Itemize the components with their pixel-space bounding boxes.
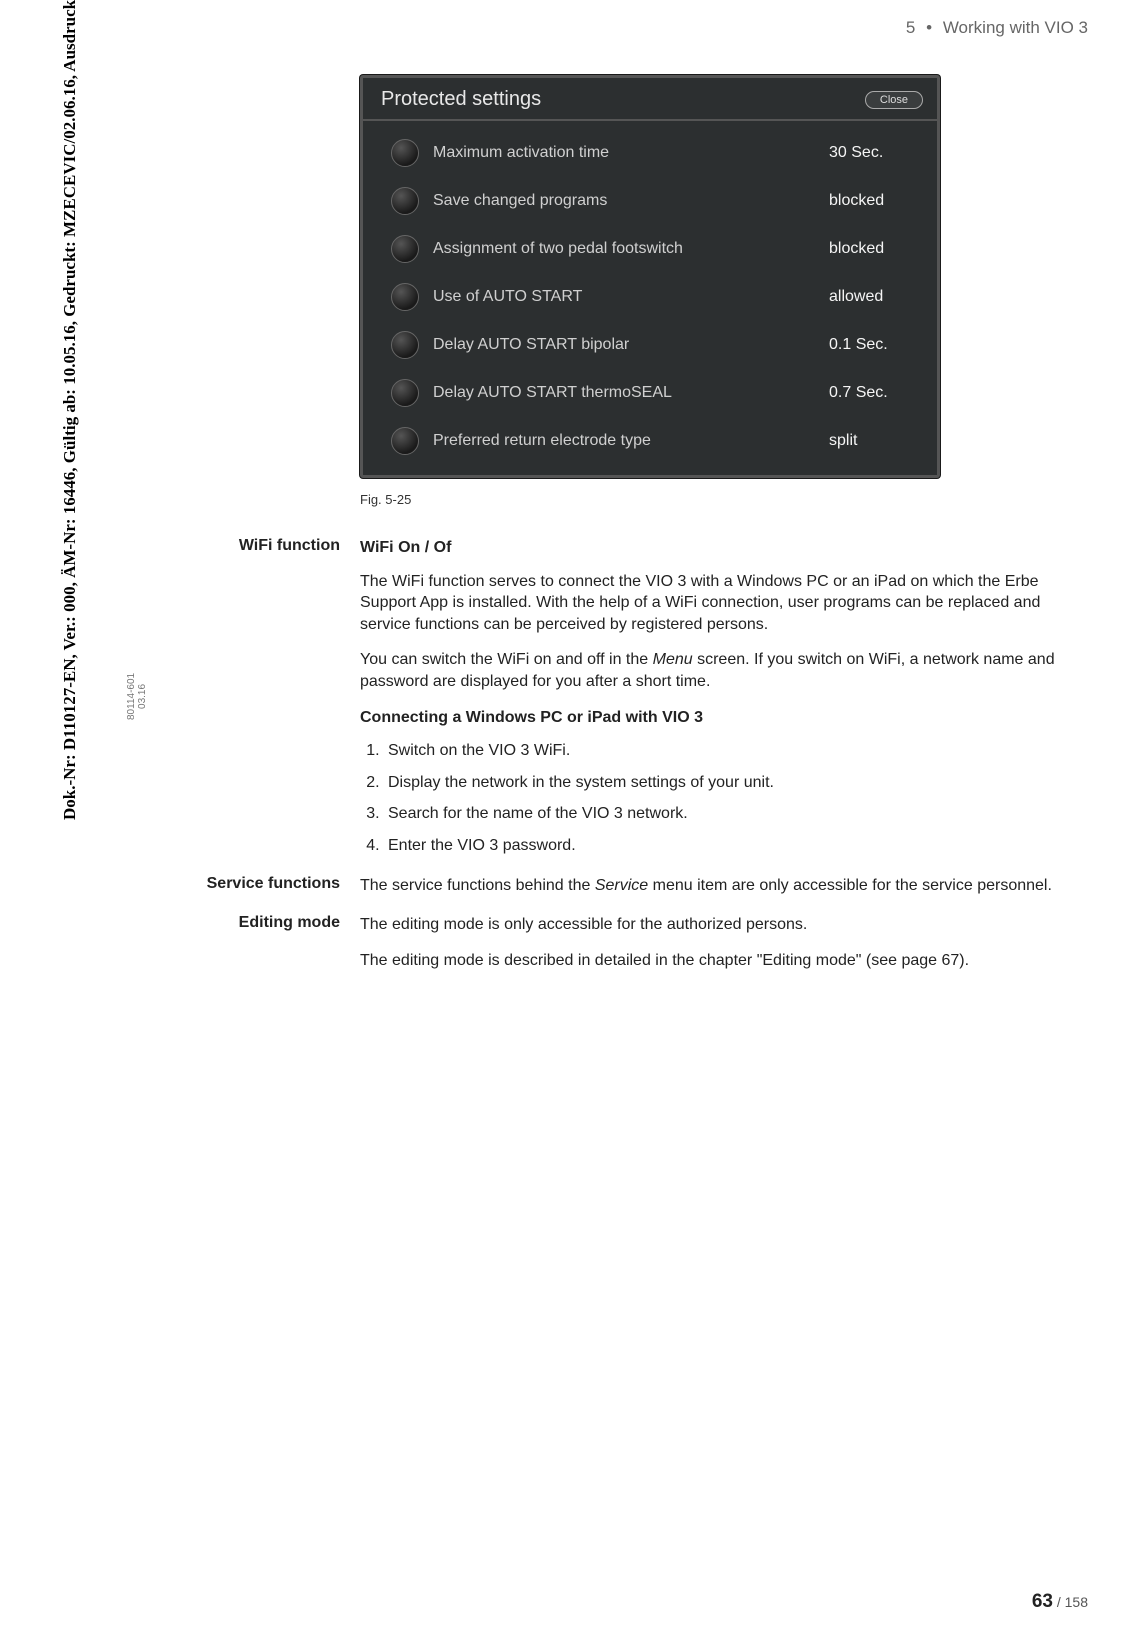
row-value: blocked (829, 192, 919, 210)
radio-icon (391, 283, 419, 311)
text-span: You can switch the WiFi on and off in th… (360, 651, 653, 668)
chapter-number: 5 (906, 18, 915, 37)
row-value: allowed (829, 288, 919, 306)
page-total: 158 (1065, 1594, 1088, 1610)
radio-icon (391, 427, 419, 455)
wifi-heading: WiFi On / Of (360, 537, 1090, 559)
section-body-wifi: WiFi On / Of The WiFi function serves to… (360, 537, 1090, 871)
wifi-subheading: Connecting a Windows PC or iPad with VIO… (360, 707, 1090, 729)
service-paragraph: The service functions behind the Service… (360, 875, 1090, 897)
body-sections: WiFi function WiFi On / Of The WiFi func… (160, 537, 1090, 985)
text-span: The service functions behind the (360, 877, 595, 894)
wifi-steps: Switch on the VIO 3 WiFi. Display the ne… (360, 740, 1090, 856)
list-item: Enter the VIO 3 password. (384, 835, 1090, 857)
content-area: Protected settings Close Maximum activat… (160, 75, 1090, 989)
row-value: 0.7 Sec. (829, 384, 919, 402)
settings-row[interactable]: Delay AUTO START bipolar 0.1 Sec. (383, 321, 927, 369)
section-label-editing: Editing mode (160, 914, 360, 932)
settings-title: Protected settings (381, 88, 541, 111)
section-label-service: Service functions (160, 875, 360, 893)
text-span: menu item are only accessible for the se… (648, 877, 1052, 894)
row-value: split (829, 432, 919, 450)
part-number: 80114-601 (126, 673, 137, 720)
section-body-service: The service functions behind the Service… (360, 875, 1090, 911)
row-label: Use of AUTO START (433, 288, 829, 306)
menu-italic: Menu (653, 651, 693, 668)
settings-row[interactable]: Delay AUTO START thermoSEAL 0.7 Sec. (383, 369, 927, 417)
part-number-note: 80114-601 03.16 (126, 673, 148, 720)
protected-settings-panel: Protected settings Close Maximum activat… (360, 75, 940, 478)
header-bullet: • (926, 18, 932, 37)
page-footer: 63 / 158 (1032, 1591, 1088, 1613)
row-label: Delay AUTO START bipolar (433, 336, 829, 354)
row-value: 30 Sec. (829, 144, 919, 162)
section-editing: Editing mode The editing mode is only ac… (160, 914, 1090, 985)
settings-header: Protected settings Close (363, 78, 937, 121)
row-label: Delay AUTO START thermoSEAL (433, 384, 829, 402)
page-number: 63 (1032, 1591, 1053, 1612)
settings-row[interactable]: Save changed programs blocked (383, 177, 927, 225)
service-italic: Service (595, 877, 648, 894)
section-body-editing: The editing mode is only accessible for … (360, 914, 1090, 985)
row-label: Preferred return electrode type (433, 432, 829, 450)
editing-paragraph-2: The editing mode is described in detaile… (360, 950, 1090, 972)
settings-row[interactable]: Preferred return electrode type split (383, 417, 927, 465)
chapter-title: Working with VIO 3 (943, 18, 1088, 37)
figure-caption: Fig. 5-25 (360, 492, 1090, 507)
row-value: blocked (829, 240, 919, 258)
settings-row[interactable]: Maximum activation time 30 Sec. (383, 129, 927, 177)
page-header: 5 • Working with VIO 3 (906, 18, 1088, 38)
page-sep: / (1053, 1594, 1065, 1610)
editing-paragraph-1: The editing mode is only accessible for … (360, 914, 1090, 936)
radio-icon (391, 331, 419, 359)
settings-list: Maximum activation time 30 Sec. Save cha… (363, 121, 937, 465)
wifi-paragraph-2: You can switch the WiFi on and off in th… (360, 649, 1090, 692)
list-item: Display the network in the system settin… (384, 772, 1090, 794)
radio-icon (391, 235, 419, 263)
radio-icon (391, 187, 419, 215)
section-label-wifi: WiFi function (160, 537, 360, 555)
row-label: Save changed programs (433, 192, 829, 210)
part-date: 03.16 (137, 673, 148, 720)
row-label: Maximum activation time (433, 144, 829, 162)
list-item: Search for the name of the VIO 3 network… (384, 803, 1090, 825)
settings-row[interactable]: Assignment of two pedal footswitch block… (383, 225, 927, 273)
radio-icon (391, 379, 419, 407)
close-button[interactable]: Close (865, 91, 923, 109)
wifi-paragraph-1: The WiFi function serves to connect the … (360, 571, 1090, 636)
list-item: Switch on the VIO 3 WiFi. (384, 740, 1090, 762)
row-value: 0.1 Sec. (829, 336, 919, 354)
section-service: Service functions The service functions … (160, 875, 1090, 911)
row-label: Assignment of two pedal footswitch (433, 240, 829, 258)
radio-icon (391, 139, 419, 167)
settings-row[interactable]: Use of AUTO START allowed (383, 273, 927, 321)
section-wifi: WiFi function WiFi On / Of The WiFi func… (160, 537, 1090, 871)
document-id-note: Dok.-Nr: D110127-EN, Ver.: 000, ÄM-Nr: 1… (60, 0, 80, 820)
